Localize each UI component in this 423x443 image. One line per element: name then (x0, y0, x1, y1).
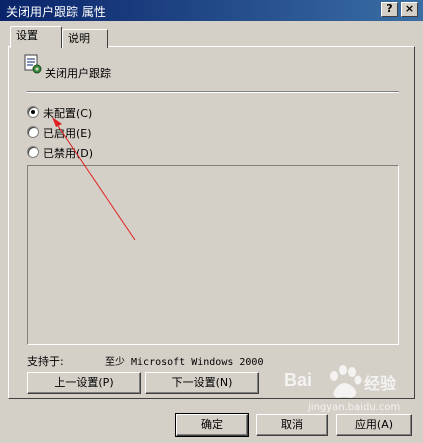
watermark-brand-right: 经验 (364, 374, 397, 393)
tab-explain[interactable]: 说明 (62, 29, 108, 48)
baidu-jingyan-watermark: Bai 经验 jingyan.baidu.com (278, 360, 418, 440)
tab-settings[interactable]: 设置 (10, 26, 62, 48)
watermark-url: jingyan.baidu.com (308, 402, 401, 413)
watermark-brand-left: Bai (284, 370, 313, 390)
properties-dialog: 关闭用户跟踪 属性 ? × 设置 说明 关闭用户跟踪 未配置(C) 已启用(E)… (0, 0, 423, 443)
